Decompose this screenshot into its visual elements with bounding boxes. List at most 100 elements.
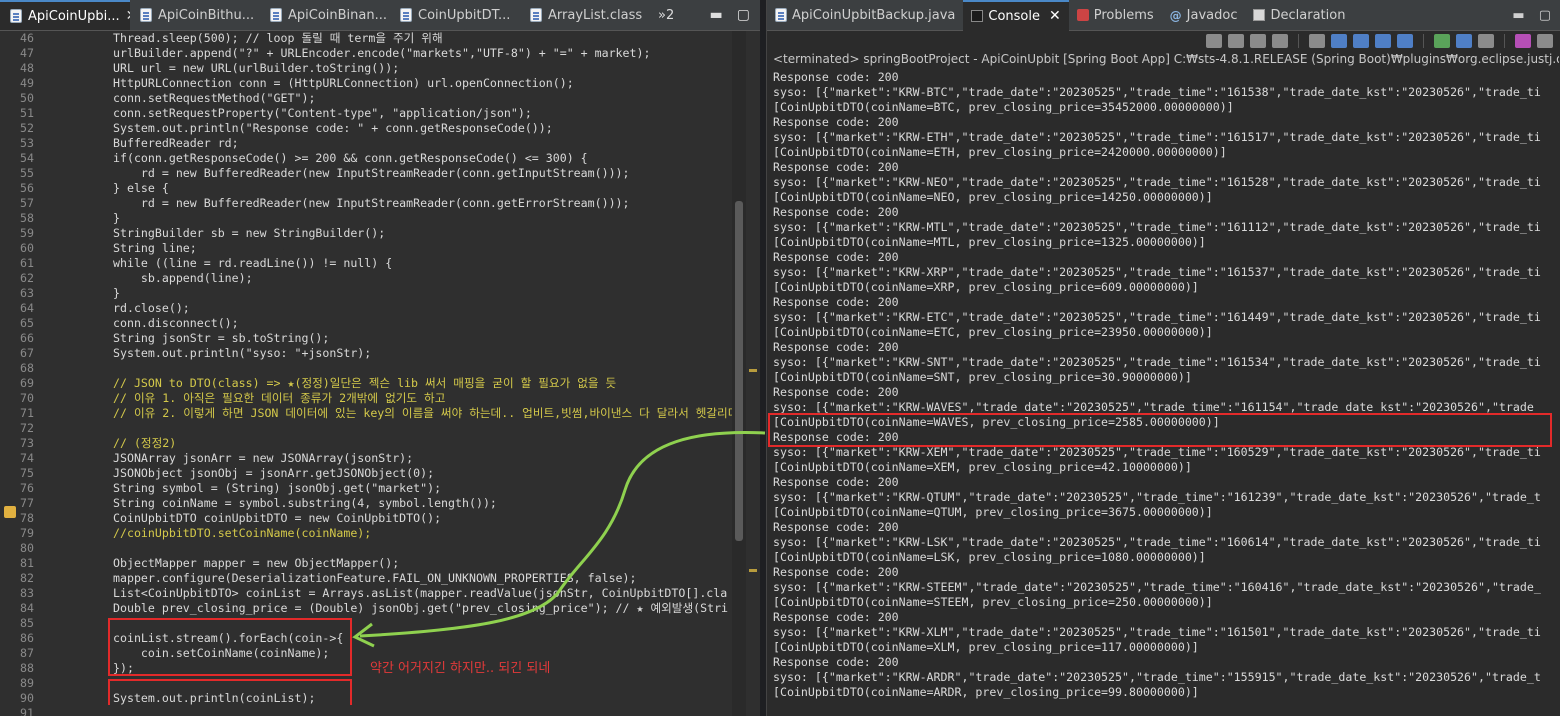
code-line[interactable]: 74 JSONArray jsonArr = new JSONArray(json… — [0, 451, 413, 466]
code-line[interactable]: 73 // (정정2) — [0, 436, 176, 451]
code-line[interactable]: 83 List<CoinUpbitDTO> coinList = Arrays.a… — [0, 586, 727, 601]
terminate-icon[interactable] — [1228, 34, 1244, 48]
code-line[interactable]: 61 while ((line = rd.readLine()) != null)… — [0, 256, 392, 271]
show-stderr-icon[interactable] — [1397, 34, 1413, 48]
code-line[interactable]: 85 — [0, 616, 113, 631]
code-text: // 이유 1. 아직은 필요한 데이터 종류가 2개밖에 없기도 하고 — [113, 391, 446, 405]
code-line[interactable]: 70 // 이유 1. 아직은 필요한 데이터 종류가 2개밖에 없기도 하고 — [0, 391, 445, 406]
tab-label: ApiCoinUpbi... — [28, 8, 120, 24]
code-line[interactable]: 79 //coinUpbitDTO.setCoinName(coinName); — [0, 526, 371, 541]
code-line[interactable]: 76 String symbol = (String) jsonObj.get("… — [0, 481, 441, 496]
tab-javadoc[interactable]: @ Javadoc — [1162, 0, 1246, 31]
new-console-icon[interactable] — [1478, 34, 1494, 48]
tab-apicoinupbit[interactable]: ApiCoinUpbi... ✕ — [0, 0, 130, 30]
code-line[interactable]: 46 Thread.sleep(500); // loop 돌릴 때 term을 … — [0, 31, 443, 46]
tab-problems[interactable]: Problems — [1069, 0, 1162, 31]
code-line[interactable]: 68 — [0, 361, 113, 376]
console-line: Response code: 200 — [773, 205, 899, 219]
maximize-icon[interactable]: ▢ — [1539, 8, 1551, 23]
code-line[interactable]: 60 String line; — [0, 241, 197, 256]
console-pane: ApiCoinUpbitBackup.java Console ✕ Proble… — [766, 0, 1560, 716]
view-menu-icon[interactable] — [1515, 34, 1531, 48]
code-line[interactable]: 56} else { — [0, 181, 169, 196]
code-line[interactable]: 51 conn.setRequestProperty("Content-type"… — [0, 106, 532, 121]
tab-overflow-button[interactable]: »2 — [650, 0, 682, 30]
tab-declaration[interactable]: Declaration — [1245, 0, 1353, 31]
display-selected-icon[interactable] — [1456, 34, 1472, 48]
code-line[interactable]: 75 JSONObject jsonObj = jsonArr.getJSONOb… — [0, 466, 434, 481]
console-output[interactable]: Response code: 200 syso: [{"market":"KRW-… — [773, 70, 1560, 716]
code-line[interactable]: 91 — [0, 706, 113, 716]
occurrence-mark[interactable] — [749, 569, 757, 572]
tab-console[interactable]: Console ✕ — [963, 0, 1069, 31]
remove-launch-icon[interactable] — [1250, 34, 1266, 48]
tab-coinupbitdto[interactable]: CoinUpbitDT... — [390, 0, 520, 30]
code-line[interactable]: 77 String coinName = symbol.substring(4, … — [0, 496, 497, 511]
code-line[interactable]: 64 rd.close(); — [0, 301, 190, 316]
open-console-icon[interactable] — [1434, 34, 1450, 48]
code-line[interactable]: 48 URL url = new URL(urlBuilder.toString(… — [0, 61, 399, 76]
code-line[interactable]: 67 System.out.println("syso: "+jsonStr); — [0, 346, 371, 361]
code-line[interactable]: 65 conn.disconnect(); — [0, 316, 239, 331]
code-line[interactable]: 58} — [0, 211, 120, 226]
tab-apicoinbinance[interactable]: ApiCoinBinan... — [260, 0, 390, 30]
warning-marker-icon[interactable] — [4, 506, 16, 518]
maximize-icon[interactable]: ▢ — [737, 7, 750, 23]
code-line[interactable]: 66 String jsonStr = sb.toString(); — [0, 331, 329, 346]
code-text: Thread.sleep(500); // loop 돌릴 때 term을 주기… — [113, 31, 443, 45]
code-text: conn.setRequestProperty("Content-type", … — [113, 106, 532, 120]
close-icon[interactable]: ✕ — [1049, 8, 1061, 24]
code-line[interactable]: 82 mapper.configure(DeserializationFeatur… — [0, 571, 636, 586]
line-number: 71 — [20, 406, 34, 420]
minimize-icon[interactable]: ▬ — [710, 7, 723, 23]
toolbar-separator — [1504, 34, 1505, 48]
code-line[interactable]: 53 BufferedReader rd; — [0, 136, 239, 151]
code-line[interactable]: 52 System.out.println("Response code: " +… — [0, 121, 553, 136]
code-line[interactable]: 49 HttpURLConnection conn = (HttpURLConne… — [0, 76, 574, 91]
word-wrap-icon[interactable] — [1353, 34, 1369, 48]
code-line[interactable]: 50 conn.setRequestMethod("GET"); — [0, 91, 315, 106]
tab-apicoinupbitbackup[interactable]: ApiCoinUpbitBackup.java — [767, 0, 963, 31]
javadoc-icon: @ — [1169, 9, 1182, 23]
code-line[interactable]: 54 if(conn.getResponseCode() >= 200 && co… — [0, 151, 588, 166]
console-line: syso: [{"market":"KRW-QTUM","trade_date"… — [773, 490, 1541, 504]
editor-vertical-scrollbar[interactable] — [732, 31, 746, 716]
code-line[interactable]: 72 — [0, 421, 113, 436]
code-line[interactable]: 80 — [0, 541, 113, 556]
scrollbar-thumb[interactable] — [735, 201, 743, 541]
code-text: String line; — [113, 241, 197, 255]
java-file-icon — [270, 8, 282, 22]
code-line[interactable]: 63} — [0, 286, 120, 301]
code-area[interactable]: 46 Thread.sleep(500); // loop 돌릴 때 term을 … — [0, 31, 732, 716]
code-line[interactable]: 81 ObjectMapper mapper = new ObjectMapper… — [0, 556, 399, 571]
show-stdout-icon[interactable] — [1375, 34, 1391, 48]
code-line[interactable]: 71 // 이유 2. 이렇게 하면 JSON 데이터에 있는 key의 이름을 … — [0, 406, 732, 421]
tab-label: CoinUpbitDT... — [418, 7, 511, 23]
tab-arraylist[interactable]: ArrayList.class — [520, 0, 650, 30]
code-line[interactable]: 89 — [0, 676, 113, 691]
highlight-box-foreach — [108, 618, 352, 676]
remove-all-icon[interactable] — [1272, 34, 1288, 48]
pin-icon[interactable] — [1206, 34, 1222, 48]
code-text: // JSON to DTO(class) => ★(정정)일단은 젝슨 lib… — [113, 376, 617, 390]
occurrence-mark[interactable] — [749, 369, 757, 372]
code-text: conn.setRequestMethod("GET"); — [113, 91, 316, 105]
scroll-lock-icon[interactable] — [1331, 34, 1347, 48]
code-line[interactable]: 62 sb.append(line); — [0, 271, 253, 286]
code-text: String coinName = symbol.substring(4, sy… — [113, 496, 497, 510]
code-line[interactable]: 55 rd = new BufferedReader(new InputStre… — [0, 166, 630, 181]
code-line[interactable]: 69 // JSON to DTO(class) => ★(정정)일단은 젝슨 l… — [0, 376, 616, 391]
code-line[interactable]: 59 StringBuilder sb = new StringBuilder()… — [0, 226, 385, 241]
code-text: System.out.println("syso: "+jsonStr); — [113, 346, 372, 360]
code-line[interactable]: 84 Double prev_closing_price = (Double) j… — [0, 601, 728, 616]
code-line[interactable]: 57 rd = new BufferedReader(new InputStre… — [0, 196, 630, 211]
tab-label: ArrayList.class — [548, 7, 643, 23]
clear-console-icon[interactable] — [1309, 34, 1325, 48]
tab-apicoinbithumb[interactable]: ApiCoinBithu... — [130, 0, 260, 30]
minimize-view-icon[interactable] — [1537, 34, 1553, 48]
code-line[interactable]: 47 urlBuilder.append("?" + URLEncoder.enc… — [0, 46, 650, 61]
terminated-status: <terminated> springBootProject - ApiCoin… — [773, 52, 1559, 66]
code-line[interactable]: 78 CoinUpbitDTO coinUpbitDTO = new CoinUp… — [0, 511, 441, 526]
minimize-icon[interactable]: ▬ — [1512, 8, 1524, 23]
